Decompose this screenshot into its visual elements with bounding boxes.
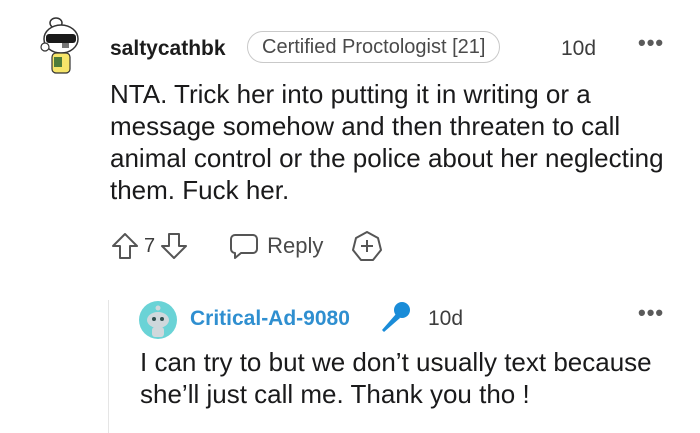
reply-username[interactable]: Critical-Ad-9080 [190, 307, 350, 331]
more-options-button[interactable]: ••• [638, 30, 664, 56]
comment-actions: 7 Reply [110, 226, 383, 266]
username[interactable]: saltycathbk [110, 37, 226, 61]
thread-line [108, 300, 109, 433]
reply-timestamp: 10d [428, 307, 464, 330]
award-plus-icon[interactable] [351, 230, 383, 262]
reply-label: Reply [267, 233, 324, 258]
comment-timestamp: 10d [561, 37, 597, 60]
reply-more-options-button[interactable]: ••• [638, 300, 664, 326]
comment-bubble-icon [230, 234, 259, 259]
upvote-icon[interactable] [110, 231, 140, 261]
user-flair: Certified Proctologist [21] [247, 31, 501, 63]
comment-body: NTA. Trick her into putting it in writin… [110, 79, 664, 205]
reply-user-avatar[interactable] [138, 300, 178, 340]
user-avatar-snoo[interactable] [38, 17, 84, 77]
downvote-icon[interactable] [159, 231, 189, 261]
reply-button[interactable]: Reply [229, 232, 323, 260]
reply-body: I can try to but we don’t usually text b… [140, 347, 652, 409]
vote-count: 7 [144, 234, 156, 257]
microphone-icon [382, 302, 410, 332]
